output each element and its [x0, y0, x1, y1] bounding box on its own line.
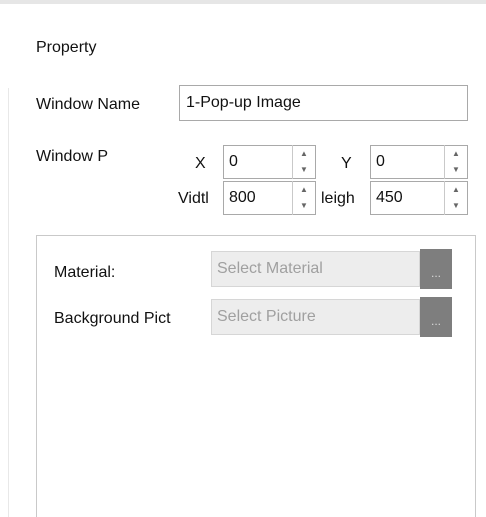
y-label: Y: [341, 155, 352, 172]
width-label: Vidtl: [178, 190, 209, 207]
y-value: 0: [376, 153, 385, 170]
background-picture-select-field[interactable]: Select Picture: [211, 299, 420, 335]
ellipsis-icon: ...: [430, 314, 441, 328]
material-placeholder: Select Material: [217, 260, 323, 277]
caret-up-icon[interactable]: ▲: [445, 149, 467, 159]
left-divider: [8, 88, 9, 517]
width-value: 800: [229, 189, 256, 206]
y-spinbox[interactable]: 0 ▲ ▼: [370, 145, 468, 179]
caret-down-icon[interactable]: ▼: [445, 201, 467, 211]
height-spin-buttons[interactable]: ▲ ▼: [444, 181, 467, 215]
x-label: X: [195, 155, 206, 172]
caret-up-icon[interactable]: ▲: [293, 185, 315, 195]
material-label: Material:: [54, 264, 116, 281]
window-name-value: 1-Pop-up Image: [186, 94, 301, 111]
window-name-label: Window Name: [36, 96, 141, 113]
height-spinbox[interactable]: 450 ▲ ▼: [370, 181, 468, 215]
background-picture-label: Background Pict: [54, 310, 171, 327]
width-spin-buttons[interactable]: ▲ ▼: [292, 181, 315, 215]
width-spinbox[interactable]: 800 ▲ ▼: [223, 181, 316, 215]
window-name-input[interactable]: 1-Pop-up Image: [179, 85, 468, 121]
caret-up-icon[interactable]: ▲: [293, 149, 315, 159]
background-picture-browse-button[interactable]: ...: [420, 297, 452, 337]
material-browse-button[interactable]: ...: [420, 249, 452, 289]
material-select-field[interactable]: Select Material: [211, 251, 420, 287]
x-spin-buttons[interactable]: ▲ ▼: [292, 145, 315, 179]
top-divider: [0, 0, 486, 4]
height-value: 450: [376, 189, 403, 206]
caret-down-icon[interactable]: ▼: [293, 201, 315, 211]
background-picture-placeholder: Select Picture: [217, 308, 316, 325]
height-label: leigh: [321, 190, 355, 207]
x-spinbox[interactable]: 0 ▲ ▼: [223, 145, 316, 179]
window-position-label: Window P: [36, 148, 109, 165]
ellipsis-icon: ...: [430, 266, 441, 280]
caret-down-icon[interactable]: ▼: [293, 165, 315, 175]
section-title: Property: [36, 39, 97, 56]
caret-down-icon[interactable]: ▼: [445, 165, 467, 175]
caret-up-icon[interactable]: ▲: [445, 185, 467, 195]
x-value: 0: [229, 153, 238, 170]
y-spin-buttons[interactable]: ▲ ▼: [444, 145, 467, 179]
